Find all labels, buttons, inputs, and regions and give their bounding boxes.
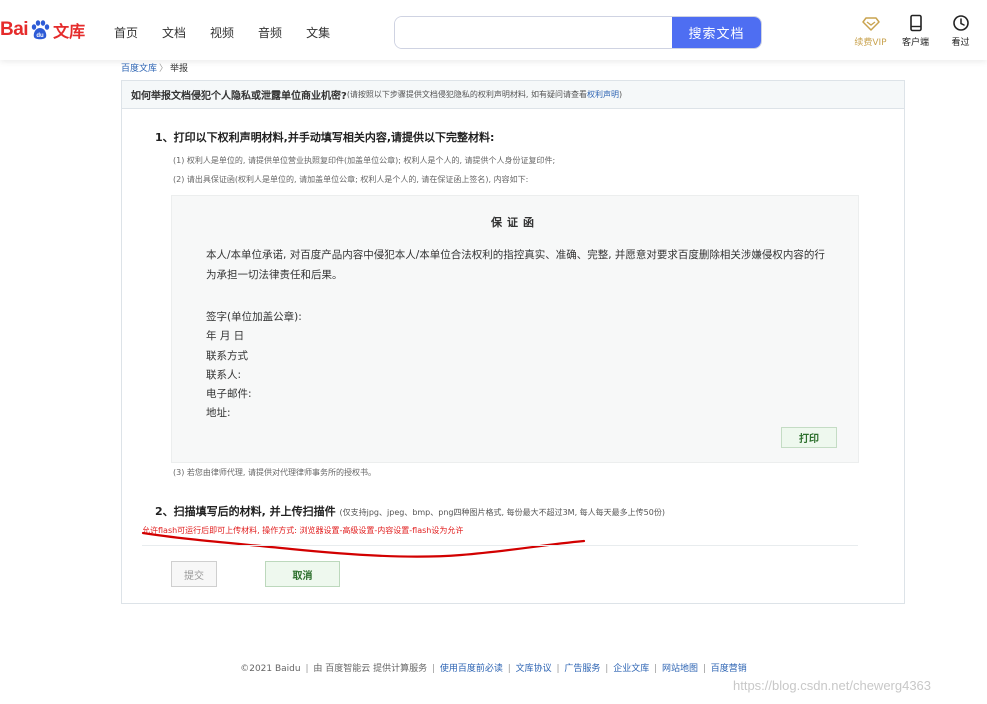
footer-link-ads[interactable]: 广告服务	[564, 664, 600, 674]
vip-renew-button[interactable]: 续费VIP	[848, 14, 893, 48]
device-icon	[909, 14, 922, 32]
baidu-wenku-logo[interactable]: Bai du 文库	[0, 14, 85, 46]
logo-wenku-text: 文库	[53, 22, 86, 41]
paw-logo-icon: du	[29, 19, 51, 41]
guarantee-letter: 保证函 本人/本单位承诺, 对百度产品内容中侵犯本人/本单位合法权利的指控真实、…	[171, 195, 859, 463]
letter-field-date: 年 月 日	[206, 330, 245, 342]
footer-link-agreement[interactable]: 文库协议	[516, 664, 552, 674]
step1-note-2: (2) 请出具保证函(权利人是单位的, 请加盖单位公章; 权利人是个人的, 请在…	[173, 175, 529, 184]
breadcrumb: 百度文库〉举报	[121, 61, 188, 74]
report-question-title: 如何举报文档侵犯个人隐私或泄露单位商业机密?	[131, 91, 347, 102]
nav-audio[interactable]: 音频	[258, 24, 282, 41]
letter-field-signature: 签字(单位加盖公章):	[206, 311, 302, 323]
diamond-icon	[861, 17, 880, 31]
question-note-text: (请按照以下步骤提供文档侵犯隐私的权利声明材料, 如有疑问请查看	[346, 90, 588, 99]
top-header: Bai du 文库 首页 文档 视频 音频 文集 搜索文档 续费VIP 客户端 …	[0, 0, 987, 60]
nav-collections[interactable]: 文集	[306, 24, 330, 41]
vip-renew-label: 续费VIP	[854, 38, 887, 48]
breadcrumb-current: 举报	[170, 64, 189, 74]
footer-link-enterprise[interactable]: 企业文库	[613, 664, 649, 674]
panel-header: 如何举报文档侵犯个人隐私或泄露单位商业机密? (请按照以下步骤提供文档侵犯隐私的…	[122, 81, 904, 109]
section-divider	[142, 545, 858, 546]
letter-field-contact-person: 联系人:	[206, 369, 242, 381]
footer-copyright: ©2021 Baidu	[240, 664, 301, 674]
nav-home[interactable]: 首页	[114, 24, 138, 41]
search-button[interactable]: 搜索文档	[672, 17, 761, 48]
csdn-watermark: https://blog.csdn.net/chewerg4363	[733, 678, 932, 693]
report-question-note: (请按照以下步骤提供文档侵犯隐私的权利声明材料, 如有疑问请查看权利声明)	[347, 89, 622, 100]
footer-provider: 由 百度智能云 提供计算服务	[313, 664, 428, 674]
nav-video[interactable]: 视频	[210, 24, 234, 41]
step1-title: 1、打印以下权利声明材料,并手动填写相关内容,请提供以下完整材料:	[155, 131, 495, 144]
search-box: 搜索文档	[394, 16, 762, 49]
search-input[interactable]	[395, 17, 672, 48]
cancel-button[interactable]: 取消	[265, 561, 340, 587]
letter-title: 保证函	[491, 216, 539, 229]
nav-documents[interactable]: 文档	[162, 24, 186, 41]
history-button[interactable]: 看过	[938, 14, 983, 48]
red-underline-annotation	[141, 531, 586, 558]
breadcrumb-separator: 〉	[159, 64, 169, 74]
rights-statement-link[interactable]: 权利声明	[587, 90, 619, 99]
footer-link-terms[interactable]: 使用百度前必读	[440, 664, 503, 674]
logo-du-text: du	[36, 33, 44, 39]
letter-body: 本人/本单位承诺, 对百度产品内容中侵犯本人/本单位合法权利的指控真实、准确、完…	[206, 249, 825, 281]
client-app-label: 客户端	[901, 38, 929, 48]
main-nav: 首页 文档 视频 音频 文集	[114, 24, 354, 41]
breadcrumb-home-link[interactable]: 百度文库	[121, 64, 157, 74]
step1-note-3: (3) 若您由律师代理, 请提供对代理律师事务所的授权书。	[173, 468, 376, 477]
client-app-button[interactable]: 客户端	[893, 14, 938, 48]
print-button[interactable]: 打印	[781, 427, 837, 448]
step2-format-note: (仅支持jpg、jpeg、bmp、png四种图片格式, 每份最大不超过3M, 每…	[339, 508, 665, 517]
footer-link-marketing[interactable]: 百度营销	[711, 664, 747, 674]
question-note-end: )	[619, 90, 623, 99]
history-label: 看过	[951, 38, 970, 48]
step1-note-1: (1) 权利人是单位的, 请提供单位营业执照复印件(加盖单位公章); 权利人是个…	[173, 156, 556, 165]
page-footer: ©2021 Baidu | 由 百度智能云 提供计算服务 | 使用百度前必读 |…	[240, 664, 747, 674]
letter-field-email: 电子邮件:	[206, 388, 252, 400]
header-tools: 续费VIP 客户端 看过	[848, 14, 983, 48]
report-panel: 如何举报文档侵犯个人隐私或泄露单位商业机密? (请按照以下步骤提供文档侵犯隐私的…	[121, 80, 905, 604]
footer-link-sitemap[interactable]: 网站地图	[662, 664, 698, 674]
letter-field-contact: 联系方式	[206, 350, 248, 362]
clock-icon	[952, 15, 969, 31]
submit-button[interactable]: 提交	[171, 561, 217, 587]
step2-title: 2、扫描填写后的材料, 并上传扫描件 (仅支持jpg、jpeg、bmp、png四…	[155, 503, 665, 519]
letter-field-address: 地址:	[206, 407, 231, 419]
step2-title-text: 2、扫描填写后的材料, 并上传扫描件	[155, 505, 336, 518]
logo-bai-text: Bai	[0, 19, 29, 40]
